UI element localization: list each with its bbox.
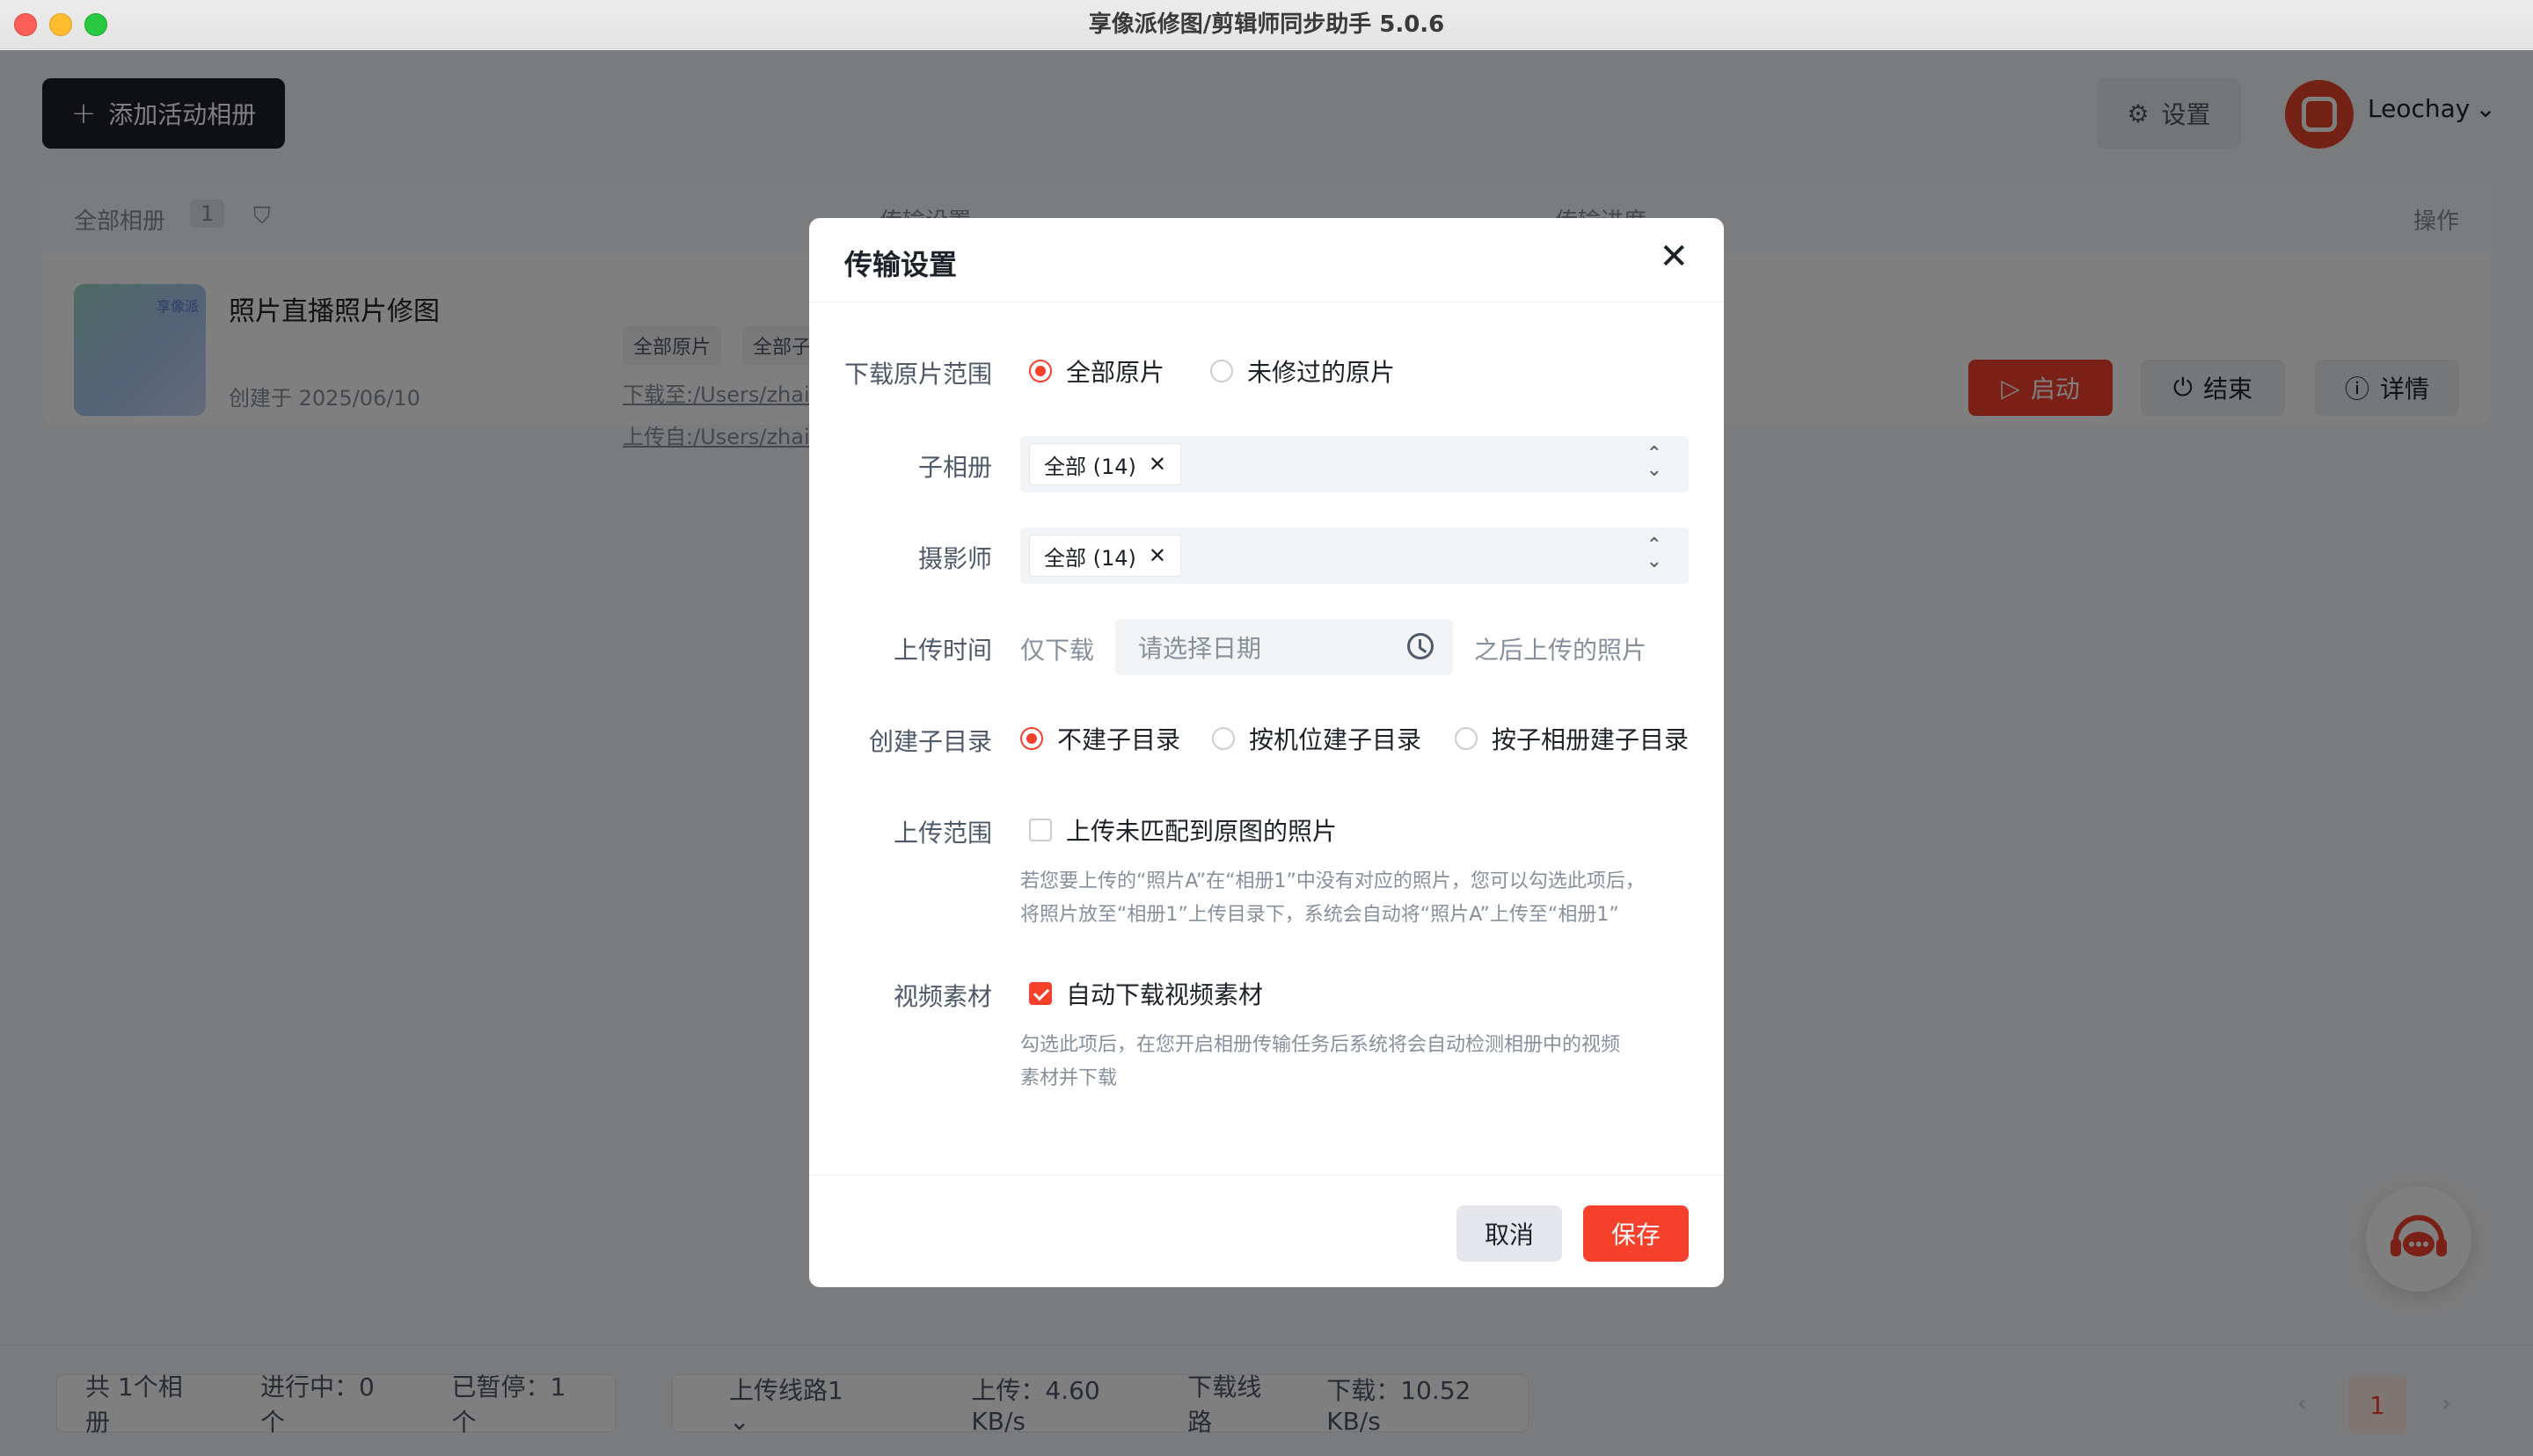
title-bar: 享像派修图/剪辑师同步助手 5.0.6: [0, 0, 2533, 49]
option-label: 按子相册建子目录: [1492, 725, 1690, 754]
radio-subdir-by-camera[interactable]: 按机位建子目录: [1212, 721, 1421, 756]
radio-unchecked-icon: [1210, 360, 1233, 382]
dialog-header: 传输设置 ✕: [809, 218, 1724, 302]
help-line: 将照片放至“相册1”上传目录下，系统会自动将“照片A”上传至“相册1”: [1020, 904, 1619, 926]
help-line: 勾选此项后，在您开启相册传输任务后系统将会自动检测相册中的视频: [1020, 1034, 1621, 1056]
upload-time-label: 上传时间: [893, 636, 992, 665]
checkbox-label: 自动下载视频素材: [1066, 980, 1264, 1009]
close-icon[interactable]: ✕: [1659, 239, 1689, 274]
close-icon[interactable]: ✕: [1149, 543, 1166, 568]
option-label: 全部原片: [1066, 358, 1165, 387]
chevron-updown-icon: ⌃ ⌄: [1646, 443, 1662, 481]
radio-unchecked-icon: [1455, 727, 1478, 750]
upload-range-label: 上传范围: [893, 819, 992, 848]
option-label: 未修过的原片: [1247, 358, 1396, 387]
close-icon[interactable]: ✕: [1149, 452, 1166, 477]
upload-unmatched-checkbox[interactable]: 上传未匹配到原图的照片: [1029, 812, 1337, 848]
selected-tag: 全部 (14) ✕: [1029, 535, 1182, 577]
subdir-label: 创建子目录: [868, 727, 992, 756]
video-help: 勾选此项后，在您开启相册传输任务后系统将会自动检测相册中的视频 素材并下载: [1020, 1029, 1706, 1096]
photographer-label: 摄影师: [917, 544, 992, 573]
radio-unchecked-icon: [1212, 727, 1235, 750]
save-button[interactable]: 保存: [1583, 1205, 1689, 1262]
radio-unedited-originals[interactable]: 未修过的原片: [1210, 353, 1395, 389]
photographer-select[interactable]: 全部 (14) ✕ ⌃ ⌄: [1020, 528, 1689, 584]
clock-icon: [1407, 633, 1434, 659]
radio-subdir-by-subalbum[interactable]: 按子相册建子目录: [1455, 721, 1689, 756]
help-line: 素材并下载: [1020, 1067, 1118, 1089]
checkbox-checked-icon: [1029, 982, 1052, 1005]
radio-checked-icon: [1029, 360, 1052, 382]
date-placeholder: 请选择日期: [1138, 634, 1262, 663]
dialog-title: 传输设置: [844, 248, 958, 281]
selected-tag: 全部 (14) ✕: [1029, 443, 1182, 485]
dialog-footer: 取消 保存: [809, 1175, 1724, 1287]
sub-album-label: 子相册: [917, 453, 992, 482]
radio-all-originals[interactable]: 全部原片: [1029, 353, 1164, 389]
radio-no-subdir[interactable]: 不建子目录: [1020, 721, 1180, 756]
checkbox-unchecked-icon: [1029, 819, 1052, 841]
chevron-updown-icon: ⌃ ⌄: [1646, 535, 1662, 572]
sub-album-select[interactable]: 全部 (14) ✕ ⌃ ⌄: [1020, 436, 1689, 492]
window-title: 享像派修图/剪辑师同步助手 5.0.6: [1088, 11, 1445, 38]
checkbox-label: 上传未匹配到原图的照片: [1066, 817, 1338, 846]
option-label: 按机位建子目录: [1249, 725, 1422, 754]
download-range-label: 下载原片范围: [843, 360, 992, 389]
auto-download-video-checkbox[interactable]: 自动下载视频素材: [1029, 976, 1263, 1011]
tag-label: 全部 (14): [1044, 454, 1136, 479]
radio-checked-icon: [1020, 727, 1043, 750]
video-label: 视频素材: [893, 982, 992, 1011]
transfer-settings-dialog: 传输设置 ✕ 下载原片范围 全部原片 未修过的原片 子相册 全部 (14) ✕ …: [809, 218, 1724, 1287]
tag-label: 全部 (14): [1044, 545, 1136, 571]
upload-time-prefix: 仅下载: [1020, 636, 1095, 665]
option-label: 不建子目录: [1057, 725, 1181, 754]
upload-range-help: 若您要上传的“照片A”在“相册1”中没有对应的照片，您可以勾选此项后， 将照片放…: [1020, 865, 1706, 932]
upload-time-suffix: 之后上传的照片: [1474, 636, 1647, 665]
date-picker-input[interactable]: 请选择日期: [1115, 619, 1453, 675]
cancel-button[interactable]: 取消: [1456, 1205, 1562, 1262]
help-line: 若您要上传的“照片A”在“相册1”中没有对应的照片，您可以勾选此项后，: [1020, 870, 1645, 892]
